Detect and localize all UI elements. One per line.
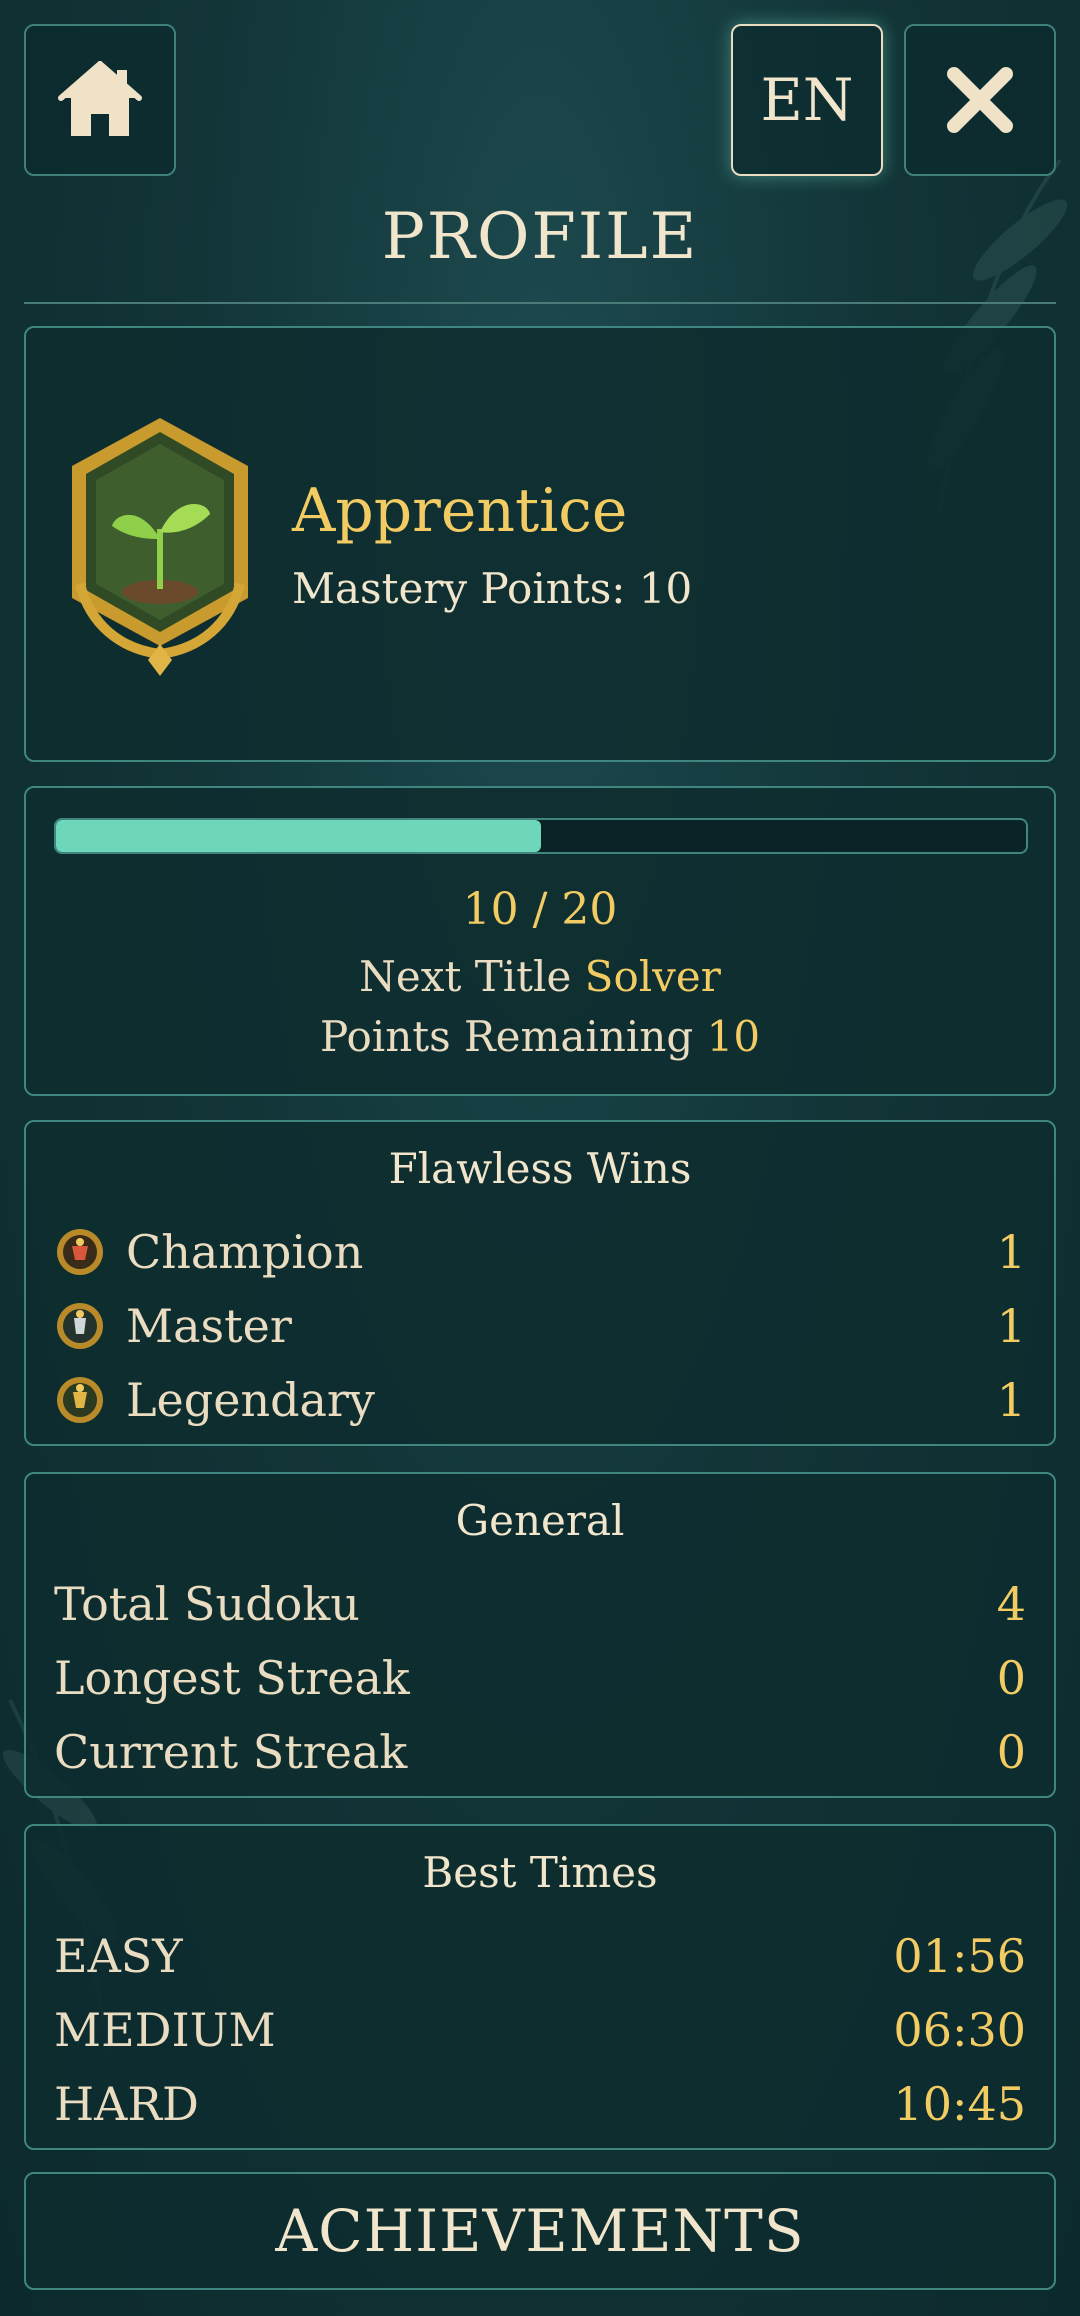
best-times-card: Best Times EASY 01:56 MEDIUM 06:30 HARD … (24, 1824, 1056, 2150)
achievements-button[interactable]: ACHIEVEMENTS (24, 2172, 1056, 2290)
language-label: EN (760, 66, 854, 134)
flawless-row-label: Master (126, 1299, 292, 1353)
next-title-value: Solver (584, 952, 721, 1001)
general-row-total-sudoku: Total Sudoku 4 (54, 1570, 1026, 1638)
title-divider (24, 302, 1056, 304)
best-time-value: 01:56 (893, 1929, 1026, 1983)
flawless-wins-card: Flawless Wins Champion 1 Master 1 Legend… (24, 1120, 1056, 1446)
flawless-row-label: Legendary (126, 1373, 375, 1427)
flawless-wins-title: Flawless Wins (388, 1144, 692, 1193)
best-time-label: EASY (54, 1929, 183, 1983)
general-row-value: 0 (996, 1651, 1026, 1705)
best-time-label: MEDIUM (54, 2003, 276, 2057)
progress-bar (54, 818, 1028, 854)
home-button[interactable] (24, 24, 176, 176)
flawless-row-master: Master 1 (54, 1292, 1026, 1360)
flawless-row-label: Champion (126, 1225, 364, 1279)
best-time-row-medium: MEDIUM 06:30 (54, 1996, 1026, 2064)
general-row-label: Current Streak (54, 1725, 408, 1779)
legendary-medal-icon (57, 1377, 103, 1423)
close-button[interactable] (904, 24, 1056, 176)
best-time-label: HARD (54, 2077, 199, 2131)
best-time-value: 10:45 (893, 2077, 1026, 2131)
best-times-title: Best Times (422, 1848, 658, 1897)
rank-badge-icon (72, 418, 248, 676)
rank-card: Apprentice Mastery Points: 10 (24, 326, 1056, 762)
flawless-row-value: 1 (996, 1299, 1026, 1353)
achievements-label: ACHIEVEMENTS (275, 2197, 805, 2265)
points-remaining-value: 10 (706, 1012, 761, 1061)
home-icon (58, 61, 142, 136)
page-title: PROFILE (381, 200, 699, 274)
general-row-longest-streak: Longest Streak 0 (54, 1644, 1026, 1712)
mastery-points: Mastery Points: 10 (292, 564, 693, 613)
best-time-value: 06:30 (893, 2003, 1026, 2057)
progress-count: 10 / 20 (462, 884, 618, 935)
general-card: General Total Sudoku 4 Longest Streak 0 … (24, 1472, 1056, 1798)
champion-medal-icon (57, 1229, 103, 1275)
flawless-row-champion: Champion 1 (54, 1218, 1026, 1286)
general-row-value: 4 (996, 1577, 1026, 1631)
flawless-row-legendary: Legendary 1 (54, 1366, 1026, 1434)
best-time-row-easy: EASY 01:56 (54, 1922, 1026, 1990)
close-icon (947, 67, 1013, 133)
master-medal-icon (57, 1303, 103, 1349)
progress-bar-fill (56, 820, 541, 852)
general-title: General (455, 1496, 625, 1545)
next-title-line: Next Title Solver (26, 952, 1054, 1001)
flawless-row-value: 1 (996, 1373, 1026, 1427)
points-remaining-label: Points Remaining (319, 1012, 694, 1061)
best-time-row-hard: HARD 10:45 (54, 2070, 1026, 2138)
general-row-value: 0 (996, 1725, 1026, 1779)
rank-name: Apprentice (292, 476, 628, 546)
progress-card: 10 / 20 Next Title Solver Points Remaini… (24, 786, 1056, 1096)
general-row-label: Total Sudoku (54, 1577, 360, 1631)
general-row-current-streak: Current Streak 0 (54, 1718, 1026, 1786)
flawless-row-value: 1 (996, 1225, 1026, 1279)
next-title-label: Next Title (359, 952, 572, 1001)
language-button[interactable]: EN (731, 24, 883, 176)
top-bar: EN (24, 24, 1056, 176)
points-remaining-line: Points Remaining 10 (26, 1012, 1054, 1061)
general-row-label: Longest Streak (54, 1651, 410, 1705)
